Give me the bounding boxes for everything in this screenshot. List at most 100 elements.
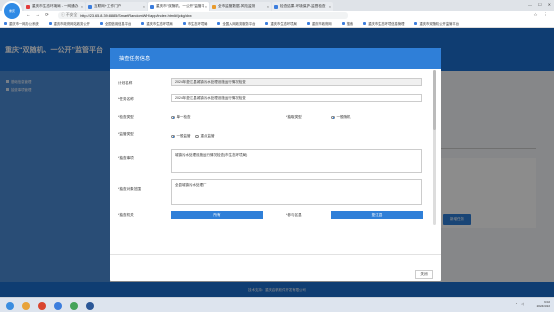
bookmark-favicon-icon — [48, 22, 52, 25]
bookmark-item[interactable]: 全国入网政务服务平台 — [217, 21, 255, 26]
dialog-body: 计划名称 2024年垫江县城镇污水处理设施运行情况检查 *任务名称 2024年垫… — [110, 69, 441, 254]
plan-name-label: 计划名称 — [118, 81, 133, 85]
system-tray: ◔ ◁ — [515, 302, 524, 306]
dialog-footer: 关闭 — [110, 254, 441, 281]
bookmark-item[interactable]: 重庆市政府网 — [306, 21, 332, 26]
os-taskbar: ◔ ◁ 9:02 2024/4/22 — [0, 297, 554, 312]
security-indicator[interactable]: ⓘ 不安全 — [61, 13, 77, 18]
check-org-label: *抽查机关 — [118, 213, 134, 217]
bookmark-item[interactable]: 全国信用信息平台 — [99, 21, 132, 26]
supervise-general-radio[interactable]: 一般监管 — [171, 134, 191, 139]
bookmark-favicon-icon — [265, 22, 269, 25]
bookmark-favicon-icon — [4, 22, 7, 25]
browser-tab[interactable]: 检查结果-环境保护-监督检查 × — [272, 2, 333, 11]
taskbar-app-chrome-4[interactable] — [68, 300, 80, 311]
tab-close-icon[interactable]: × — [143, 5, 145, 9]
check-target-label: *抽查对象范围 — [118, 187, 141, 191]
bookmark-item[interactable]: 重庆市政府网站政务公开 — [48, 21, 90, 26]
radio-label: 一般监管 — [176, 134, 191, 138]
radio-checked-icon — [171, 134, 175, 139]
tab-favicon-icon — [26, 4, 30, 9]
browser-tab[interactable]: 重庆市“双随机、一公开”监管平台 × — [148, 2, 209, 11]
bookmark-label: 重庆市政府网站政务公开 — [53, 22, 90, 26]
bookmark-item[interactable]: 市生态环境局 — [182, 21, 208, 26]
bookmark-label: 重庆市生态环境局 — [146, 22, 173, 26]
bookmark-item[interactable]: 重庆市生态环境局 — [141, 21, 173, 26]
radio-label: 一般随机 — [336, 115, 351, 119]
chrome-1-icon — [22, 301, 30, 310]
bookmark-item[interactable]: 重庆市一网办公系统 — [4, 21, 39, 26]
network-icon[interactable]: ◔ — [515, 302, 517, 306]
forward-icon[interactable]: → — [36, 12, 41, 18]
bookmark-label: 全国入网政务服务平台 — [222, 22, 256, 26]
tab-title: 重庆市生态环境局 - 一网通办 — [32, 4, 79, 8]
check-item-field[interactable]: 城镇污水处理设施运行情况检查(市生态环境局) — [171, 149, 422, 173]
bookmark-star-icon[interactable]: ☆ — [533, 12, 537, 18]
tab-title: 全市监管数据-风险监测 — [218, 4, 256, 8]
taskbar-app-chrome-3[interactable] — [52, 300, 64, 311]
check-target-field[interactable]: 全县城镇污水处理厂 — [171, 179, 422, 205]
address-bar: ← → ⟳ ⓘ 不安全 http://23.65.8.39:8885/Smart… — [0, 11, 554, 20]
dialog-scrollbar[interactable] — [433, 70, 436, 225]
browser-tab[interactable]: 互联网+工作门户 × — [86, 2, 147, 11]
random-type-label: *抽取类型 — [286, 115, 302, 119]
bookmark-label: 重庆市政府网 — [311, 22, 332, 26]
bookmark-item[interactable]: 重庆市生态环境局 — [265, 21, 297, 26]
tab-close-icon[interactable]: × — [81, 5, 83, 9]
url-input[interactable]: ⓘ 不安全 http://23.65.8.39:8885/SmartRandom… — [58, 12, 348, 19]
back-icon[interactable]: ← — [26, 12, 31, 18]
random-type-radio[interactable]: 一般随机 — [331, 115, 351, 120]
bookmark-favicon-icon — [217, 22, 221, 25]
chrome-2-icon — [38, 301, 46, 310]
bookmark-favicon-icon — [182, 22, 186, 25]
bookmark-favicon-icon — [99, 22, 103, 25]
maximize-icon[interactable]: ☐ — [538, 2, 542, 7]
browser-tabbar: 重庆市生态环境局 - 一网通办 × 互联网+工作门户 × 重庆市“双随机、一公开”监管平… — [0, 0, 554, 11]
supervise-key-radio[interactable]: 重点监管 — [195, 134, 215, 139]
browser-tab[interactable]: 全市监管数据-风险监测 × — [210, 2, 271, 11]
taskbar-app-chrome-1[interactable] — [20, 300, 32, 311]
check-type-radio[interactable]: 单一检查 — [171, 115, 191, 120]
bookmark-favicon-icon — [141, 22, 145, 25]
tab-title: 检查结果-环境保护-监督检查 — [280, 4, 326, 8]
close-window-icon[interactable]: ✕ — [548, 2, 551, 7]
bookmark-label: 重庆市生态环境局 — [270, 22, 297, 26]
tab-favicon-icon — [88, 4, 92, 9]
bookmark-item[interactable]: 搜索 — [341, 21, 353, 26]
task-name-field[interactable]: 2024年垫江县城镇污水处理设施运行情况检查 — [171, 94, 422, 102]
taskbar-app-start[interactable] — [4, 300, 16, 311]
volume-icon[interactable]: ◁ — [521, 302, 524, 306]
clock[interactable]: 9:02 2024/4/22 — [537, 300, 550, 308]
tab-close-icon[interactable]: × — [205, 5, 207, 9]
check-org-select[interactable]: 所有 — [171, 211, 263, 219]
chrome-3-icon — [54, 301, 62, 310]
bookmark-label: 市生态环境局 — [187, 22, 208, 26]
bookmarks-bar: 重庆市一网办公系统 重庆市政府网站政务公开 全国信用信息平台 重庆市生态环境局 市生态环… — [0, 20, 554, 28]
bookmark-item[interactable]: 重庆市生态环境信息管理 — [363, 21, 404, 26]
tab-title: 互联网+工作门户 — [94, 4, 122, 8]
scrollbar-thumb[interactable] — [433, 70, 436, 130]
dialog-title: 抽查任务信息 — [110, 48, 441, 69]
radio-unchecked-icon — [195, 134, 199, 139]
radio-label: 单一检查 — [176, 115, 191, 119]
browser-menu-icon[interactable]: ⋮ — [544, 12, 549, 18]
tab-close-icon[interactable]: × — [329, 5, 331, 9]
area-select[interactable]: 垫江县 — [331, 211, 423, 219]
page-content: 重庆“双随机、一公开”监管平台 基础信息管理 抽查事项管理 新增任务 技术支持：… — [0, 28, 554, 297]
tab-close-icon[interactable]: × — [267, 5, 269, 9]
bookmark-item[interactable]: 重庆市双随机公开监管平台 — [414, 21, 459, 26]
taskbar-app-chrome-2[interactable] — [36, 300, 48, 311]
close-button[interactable]: 关闭 — [415, 270, 433, 279]
bookmark-label: 重庆市双随机公开监管平台 — [419, 22, 460, 26]
tab-title: 重庆市“双随机、一公开”监管平台 — [156, 4, 204, 8]
minimize-icon[interactable]: — — [528, 2, 532, 7]
bookmark-favicon-icon — [414, 22, 418, 25]
browser-tab[interactable]: 重庆市生态环境局 - 一网通办 × — [24, 2, 85, 11]
tab-favicon-icon — [274, 4, 278, 9]
url-text: http://23.65.8.39:8885/SmartRandomWH/app… — [80, 13, 192, 18]
refresh-icon[interactable]: ⟳ — [45, 12, 49, 18]
taskbar-app-word[interactable] — [84, 300, 96, 311]
bookmark-label: 全国信用信息平台 — [104, 22, 132, 26]
task-name-label: *任务名称 — [118, 97, 134, 101]
bookmark-favicon-icon — [363, 22, 367, 25]
